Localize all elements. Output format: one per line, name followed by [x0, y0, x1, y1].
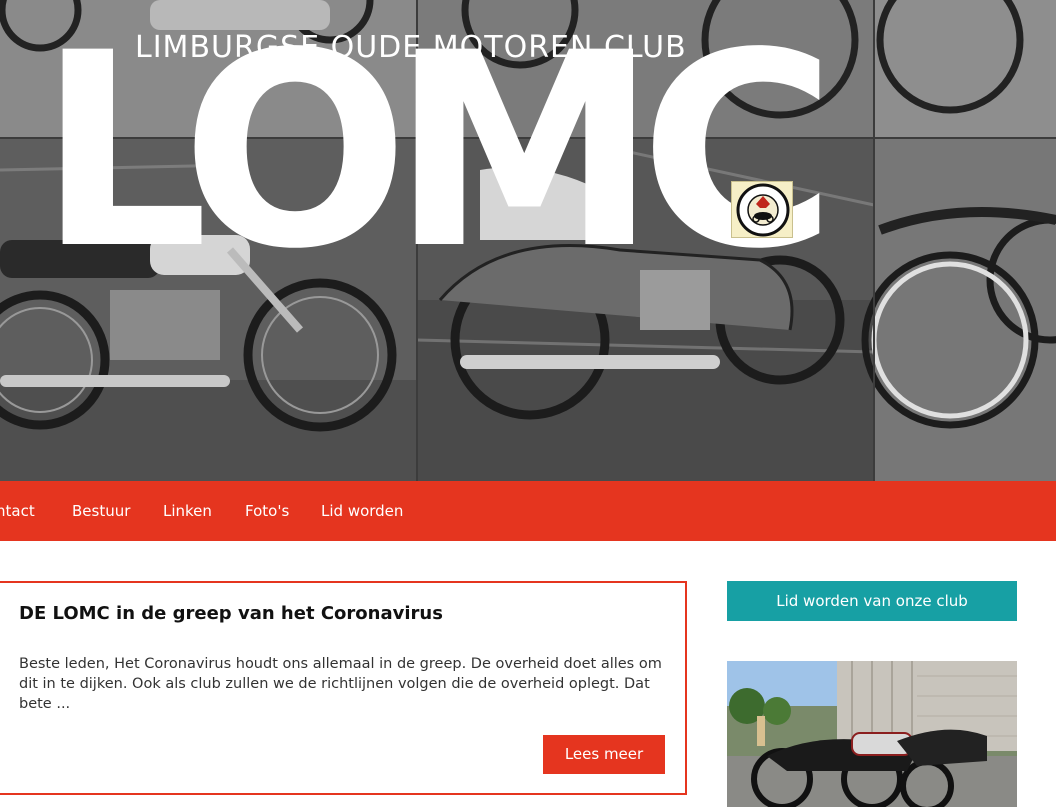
club-emblem-icon — [731, 181, 793, 238]
hero-banner: LIMBURGSE OUDE MOTOREN CLUB LOMC — [0, 0, 1056, 481]
nav-item-fotos[interactable]: Foto's — [245, 481, 289, 541]
site-logo-title[interactable]: LOMC — [38, 18, 836, 286]
nav-item-bestuur[interactable]: Bestuur — [72, 481, 130, 541]
nav-item-lid-worden[interactable]: Lid worden — [321, 481, 403, 541]
news-post-card: DE LOMC in de greep van het Coronavirus … — [0, 581, 687, 795]
post-excerpt: Beste leden, Het Coronavirus houdt ons a… — [19, 656, 662, 712]
join-club-button[interactable]: Lid worden van onze club — [727, 581, 1017, 621]
nav-item-contact[interactable]: ntact — [0, 481, 35, 541]
main-navigation: ntact Bestuur Linken Foto's Lid worden — [0, 481, 1056, 541]
post-title[interactable]: DE LOMC in de greep van het Coronavirus — [19, 603, 443, 624]
sidebar-motorcycle-photo[interactable] — [727, 661, 1017, 807]
nav-item-linken[interactable]: Linken — [163, 481, 212, 541]
read-more-button[interactable]: Lees meer — [543, 735, 665, 774]
